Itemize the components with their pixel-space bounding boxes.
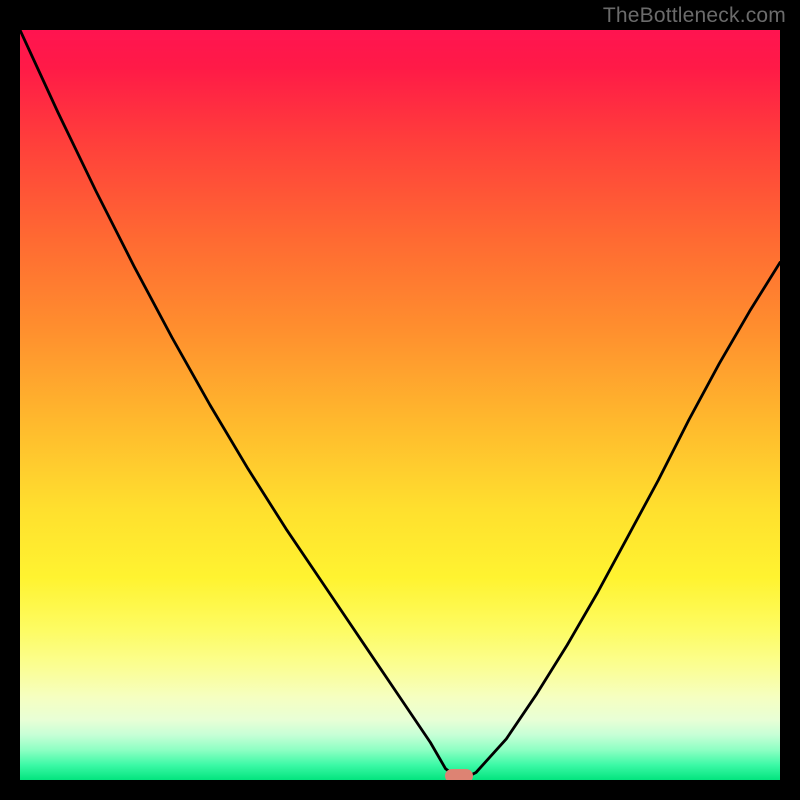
bottleneck-curve [20,30,780,780]
watermark-text: TheBottleneck.com [603,4,786,28]
optimal-marker [445,769,473,780]
plot-area [20,30,780,780]
chart-frame: TheBottleneck.com [0,0,800,800]
